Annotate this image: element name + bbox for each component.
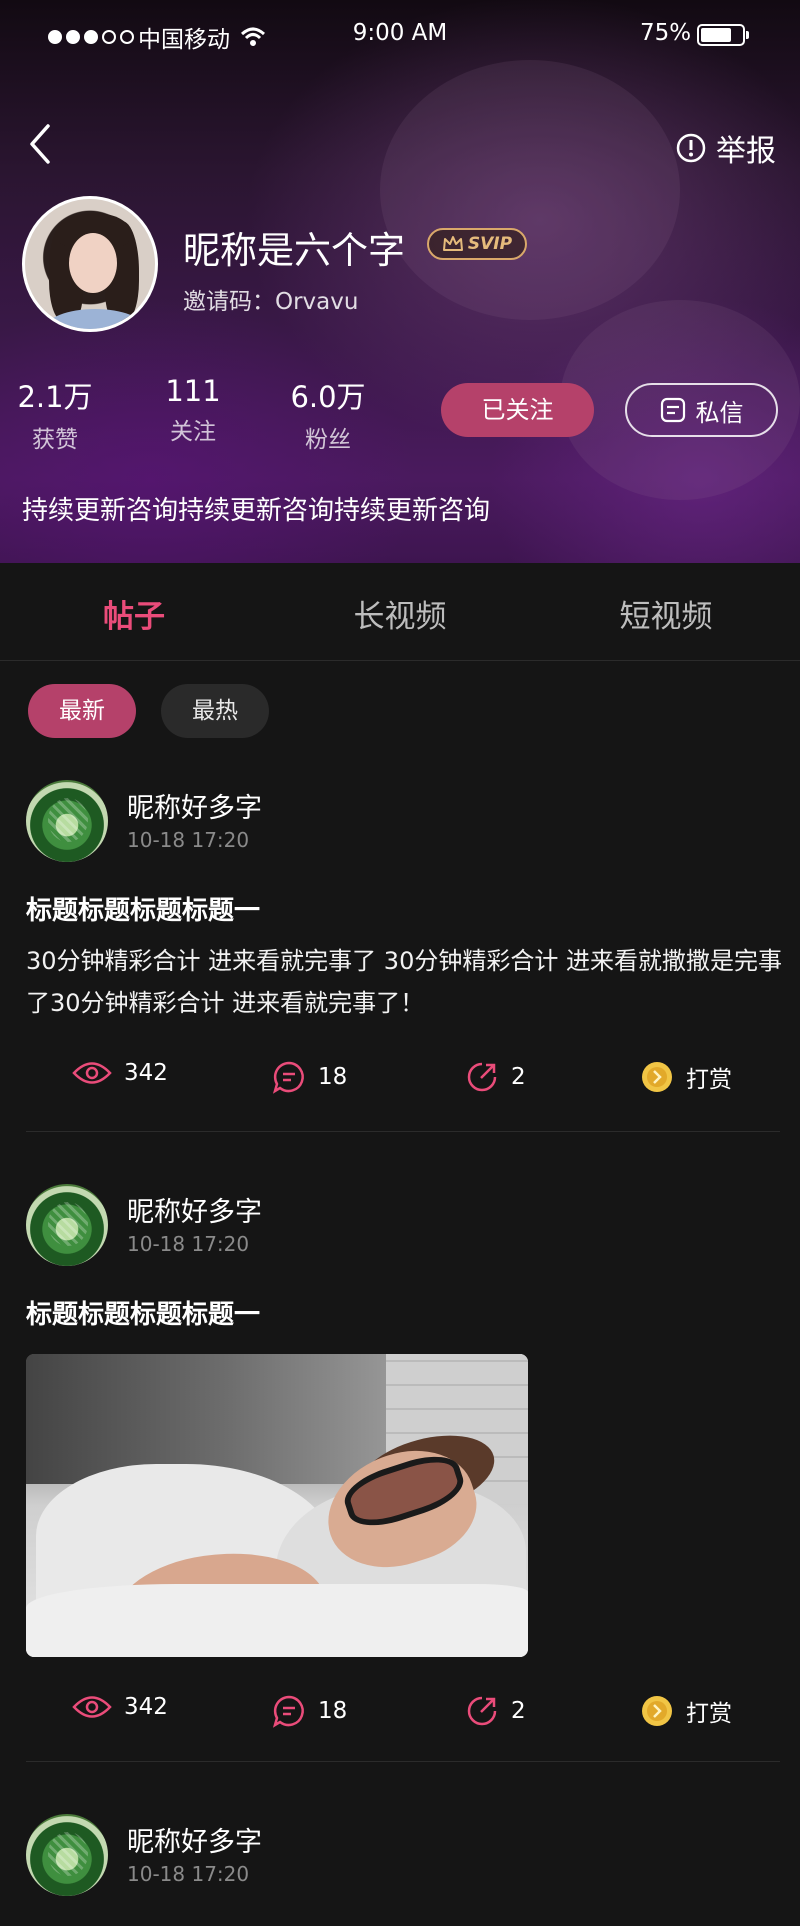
post-time: 10-18 17:20 (127, 828, 250, 852)
post-body: 30分钟精彩合计 进来看就完事了 30分钟精彩合计 进来看就撒撒是完事了30分钟… (26, 947, 782, 1017)
author-name[interactable]: 昵称好多字 (127, 1820, 262, 1859)
status-bar: 中国移动 9:00 AM 75% (0, 0, 800, 70)
post-image[interactable] (26, 1354, 528, 1657)
tip-button[interactable]: 打赏 (640, 1060, 732, 1094)
battery-icon (697, 24, 749, 46)
report-button[interactable]: 举报 (676, 126, 776, 170)
eye-icon (72, 1062, 112, 1084)
post-time: 10-18 17:20 (127, 1232, 250, 1256)
author-avatar[interactable] (26, 1184, 108, 1266)
avatar[interactable] (22, 196, 158, 332)
stat-value: 2.1万 (17, 380, 93, 414)
stat-label: 粉丝 (305, 427, 351, 453)
svip-badge: SVIP (427, 228, 527, 260)
tip-label: 打赏 (686, 1067, 732, 1093)
crown-icon (442, 236, 463, 251)
share-icon (467, 1696, 497, 1726)
comment-icon (272, 1695, 304, 1728)
views-stat: 342 (72, 1694, 168, 1720)
invite-code: 邀请码：Orvavu (183, 289, 359, 315)
divider (26, 1761, 780, 1762)
author-name[interactable]: 昵称好多字 (127, 786, 262, 825)
author-avatar[interactable] (26, 1814, 108, 1896)
eye-icon (72, 1696, 112, 1718)
tab-short-videos[interactable]: 短视频 (576, 591, 756, 636)
post-actions: 342 18 2 打赏 (0, 1694, 800, 1734)
comments-count: 18 (318, 1064, 348, 1090)
stat-value: 6.0万 (290, 380, 366, 414)
comments-count: 18 (318, 1698, 348, 1724)
tab-posts[interactable]: 帖子 (44, 591, 224, 636)
battery-percent: 75% (640, 20, 692, 46)
post-title: 标题标题标题标题一 (26, 896, 261, 926)
post-actions: 342 18 2 打赏 (0, 1060, 800, 1100)
filter-latest[interactable]: 最新 (28, 684, 136, 738)
tip-button[interactable]: 打赏 (640, 1694, 732, 1728)
coin-icon (642, 1062, 672, 1092)
tab-long-videos[interactable]: 长视频 (310, 591, 490, 636)
follow-button[interactable]: 已关注 (441, 383, 594, 437)
share-icon (467, 1062, 497, 1092)
coin-icon (642, 1696, 672, 1726)
views-stat: 342 (72, 1060, 168, 1086)
message-button[interactable]: 私信 (625, 383, 778, 437)
post-time: 10-18 17:20 (127, 1862, 250, 1886)
author-avatar[interactable] (26, 780, 108, 862)
profile-header: 中国移动 9:00 AM 75% 举报 昵称是六个字 SVIP 邀请码：Orva… (0, 0, 800, 563)
content-tabs: 帖子 长视频 短视频 (0, 563, 800, 661)
shares-count: 2 (511, 1064, 526, 1090)
views-count: 342 (124, 1060, 168, 1086)
author-name[interactable]: 昵称好多字 (127, 1190, 262, 1229)
stat-value: 111 (165, 374, 221, 408)
stat-label: 关注 (170, 419, 216, 445)
bio: 持续更新咨询持续更新咨询持续更新咨询 (22, 496, 491, 526)
share-button[interactable]: 2 (465, 1060, 526, 1094)
stat-following[interactable]: 111 关注 (138, 374, 248, 446)
message-icon (660, 397, 685, 423)
post-title: 标题标题标题标题一 (26, 1300, 261, 1330)
nickname: 昵称是六个字 (183, 229, 405, 272)
views-count: 342 (124, 1694, 168, 1720)
stat-fans[interactable]: 6.0万 粉丝 (273, 374, 383, 454)
divider (26, 1131, 780, 1132)
comment-button[interactable]: 18 (272, 1060, 347, 1094)
message-label: 私信 (695, 398, 744, 427)
comment-icon (272, 1061, 304, 1094)
stat-likes: 2.1万 获赞 (0, 374, 110, 454)
tip-label: 打赏 (686, 1701, 732, 1727)
stat-label: 获赞 (32, 427, 78, 453)
filter-hot[interactable]: 最热 (161, 684, 269, 738)
alert-icon (676, 133, 706, 163)
header-bg-shape (380, 60, 680, 320)
share-button[interactable]: 2 (465, 1694, 526, 1728)
report-label: 举报 (716, 134, 776, 169)
svip-label: SVIP (467, 234, 513, 254)
comment-button[interactable]: 18 (272, 1694, 347, 1728)
shares-count: 2 (511, 1698, 526, 1724)
back-icon[interactable] (24, 122, 54, 166)
